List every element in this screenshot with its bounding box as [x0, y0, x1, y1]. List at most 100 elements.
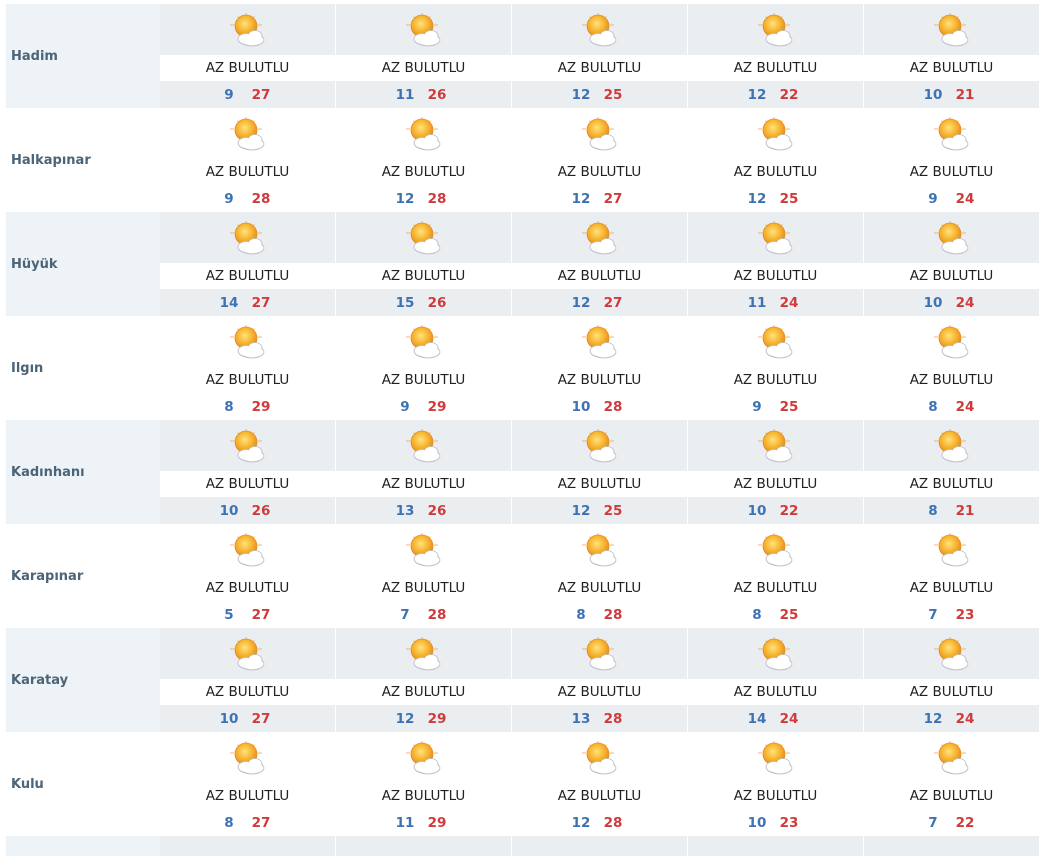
- max-temperature: 29: [251, 398, 271, 415]
- partly-sunny-icon: [756, 11, 796, 49]
- city-row: Kulu AZ BULUTLU 8 27 AZ BULUTLU 11 29 AZ…: [6, 732, 1039, 836]
- icon-area: [160, 524, 335, 575]
- partly-sunny-icon: [228, 531, 268, 569]
- partly-sunny-icon: [228, 427, 268, 465]
- condition-label: AZ BULUTLU: [688, 471, 863, 497]
- max-temperature: 29: [427, 710, 447, 727]
- temperature-range: 10 21: [864, 81, 1039, 108]
- forecast-day-cell: AZ BULUTLU 10 21: [864, 4, 1039, 108]
- icon-area: [864, 212, 1039, 263]
- icon-area: [512, 420, 687, 471]
- partly-sunny-icon: [228, 219, 268, 257]
- partly-sunny-icon: [580, 427, 620, 465]
- min-temperature: 14: [219, 294, 239, 311]
- icon-area: [160, 212, 335, 263]
- temperature-range: 12 25: [512, 497, 687, 524]
- city-name: [6, 836, 160, 856]
- temperature-range: 11 24: [688, 289, 863, 316]
- partly-sunny-icon: [756, 115, 796, 153]
- max-temperature: 24: [955, 190, 975, 207]
- partly-sunny-icon: [932, 115, 972, 153]
- temperature-range: 10 22: [688, 497, 863, 524]
- icon-area: [336, 212, 511, 263]
- icon-area: [864, 108, 1039, 159]
- forecast-day-cell: AZ BULUTLU 12 22: [688, 4, 864, 108]
- max-temperature: 29: [427, 814, 447, 831]
- temperature-range: 9 25: [688, 393, 863, 420]
- partly-sunny-icon: [580, 219, 620, 257]
- icon-area: [336, 524, 511, 575]
- max-temperature: 28: [603, 398, 623, 415]
- temperature-range: 12 27: [512, 185, 687, 212]
- max-temperature: 27: [251, 710, 271, 727]
- min-temperature: 10: [747, 502, 767, 519]
- max-temperature: 28: [251, 190, 271, 207]
- min-temperature: 12: [571, 190, 591, 207]
- forecast-day-cell: AZ BULUTLU 8 21: [864, 420, 1039, 524]
- forecast-day-cell: AZ BULUTLU 8 25: [688, 524, 864, 628]
- partly-sunny-icon: [228, 635, 268, 673]
- min-temperature: 10: [571, 398, 591, 415]
- forecast-day-cell: AZ BULUTLU 12 27: [512, 212, 688, 316]
- min-temperature: 8: [928, 502, 938, 519]
- forecast-day-cell: [336, 836, 512, 856]
- partly-sunny-icon: [580, 115, 620, 153]
- min-temperature: 13: [395, 502, 415, 519]
- min-temperature: 10: [747, 814, 767, 831]
- max-temperature: 29: [427, 398, 447, 415]
- condition-label: AZ BULUTLU: [864, 263, 1039, 289]
- max-temperature: 26: [427, 86, 447, 103]
- condition-label: AZ BULUTLU: [864, 159, 1039, 185]
- icon-area: [688, 212, 863, 263]
- condition-label: AZ BULUTLU: [336, 575, 511, 601]
- icon-area: [688, 732, 863, 783]
- condition-label: AZ BULUTLU: [160, 367, 335, 393]
- max-temperature: 28: [603, 606, 623, 623]
- forecast-day-cell: AZ BULUTLU 7 23: [864, 524, 1039, 628]
- icon-area: [336, 108, 511, 159]
- partly-sunny-icon: [404, 531, 444, 569]
- max-temperature: 23: [779, 814, 799, 831]
- min-temperature: 13: [571, 710, 591, 727]
- forecast-day-cell: AZ BULUTLU 11 26: [336, 4, 512, 108]
- condition-label: AZ BULUTLU: [688, 263, 863, 289]
- condition-label: AZ BULUTLU: [864, 783, 1039, 809]
- min-temperature: 10: [219, 502, 239, 519]
- icon-area: [160, 108, 335, 159]
- min-temperature: 11: [395, 86, 415, 103]
- max-temperature: 25: [779, 190, 799, 207]
- partly-sunny-icon: [756, 739, 796, 777]
- city-row: Kadınhanı AZ BULUTLU 10 26 AZ BULUTLU 13…: [6, 420, 1039, 524]
- forecast-day-cell: AZ BULUTLU 10 23: [688, 732, 864, 836]
- temperature-range: 15 26: [336, 289, 511, 316]
- min-temperature: 12: [747, 86, 767, 103]
- forecast-day-cell: [864, 836, 1039, 856]
- icon-area: [160, 732, 335, 783]
- icon-area: [864, 4, 1039, 55]
- partly-sunny-icon: [932, 11, 972, 49]
- temperature-range: 12 29: [336, 705, 511, 732]
- city-row: Hadim AZ BULUTLU 9 27 AZ BULUTLU 11 26 A…: [6, 4, 1039, 108]
- icon-area: [688, 524, 863, 575]
- min-temperature: 10: [923, 294, 943, 311]
- condition-label: AZ BULUTLU: [688, 367, 863, 393]
- condition-label: AZ BULUTLU: [512, 367, 687, 393]
- temperature-range: 9 24: [864, 185, 1039, 212]
- condition-label: AZ BULUTLU: [688, 55, 863, 81]
- city-name: Kulu: [11, 776, 44, 792]
- forecast-day-cell: AZ BULUTLU 10 27: [160, 628, 336, 732]
- min-temperature: 12: [747, 190, 767, 207]
- max-temperature: 23: [955, 606, 975, 623]
- max-temperature: 28: [427, 606, 447, 623]
- partly-sunny-icon: [756, 323, 796, 361]
- city-name: Halkapınar: [11, 152, 91, 168]
- forecast-day-cell: AZ BULUTLU 11 29: [336, 732, 512, 836]
- max-temperature: 26: [427, 502, 447, 519]
- temperature-range: 11 26: [336, 81, 511, 108]
- min-temperature: 9: [224, 190, 234, 207]
- min-temperature: 12: [923, 710, 943, 727]
- temperature-range: 7 23: [864, 601, 1039, 628]
- forecast-day-cell: AZ BULUTLU 7 28: [336, 524, 512, 628]
- temperature-range: 5 27: [160, 601, 335, 628]
- min-temperature: 8: [752, 606, 762, 623]
